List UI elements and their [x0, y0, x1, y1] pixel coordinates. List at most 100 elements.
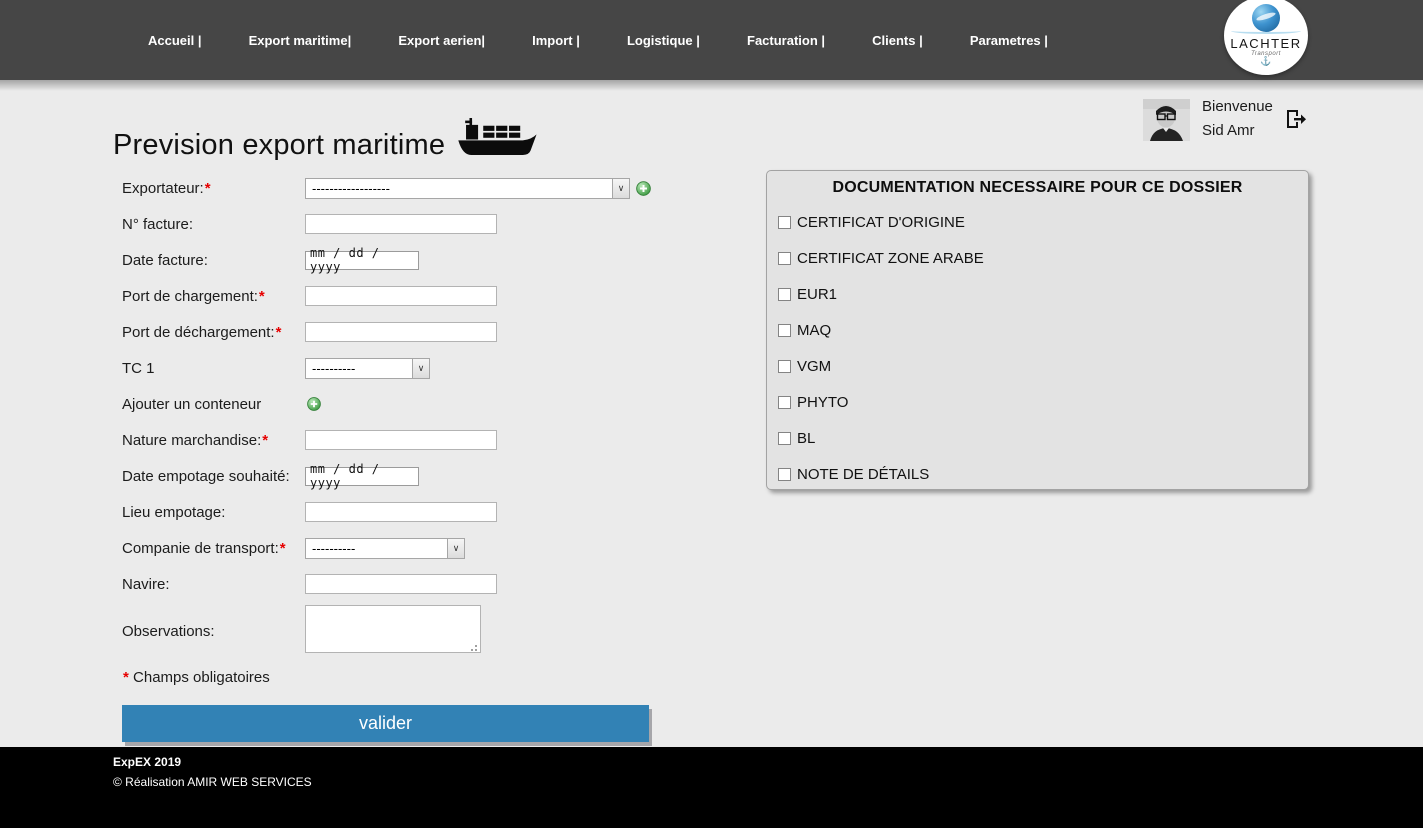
field-label: Companie de transport:*: [122, 540, 305, 557]
footer-app-version: ExpEX 2019: [113, 755, 181, 769]
required-asterisk: *: [276, 324, 282, 341]
checkbox[interactable]: [778, 288, 791, 301]
avatar: [1143, 99, 1190, 141]
chevron-down-icon: ∨: [612, 179, 629, 198]
doc-item-label: NOTE DE DÉTAILS: [797, 466, 929, 483]
required-asterisk: *: [205, 180, 211, 197]
date-empotage-input[interactable]: mm / dd / yyyy: [305, 467, 419, 486]
nav-item-accueil[interactable]: Accueil |: [148, 33, 202, 48]
doc-item-label: PHYTO: [797, 394, 848, 411]
required-asterisk: *: [259, 288, 265, 305]
doc-item-note-de-details[interactable]: NOTE DE DÉTAILS: [767, 456, 1308, 492]
add-container-button[interactable]: [307, 397, 321, 411]
brand-name: LACHTER: [1224, 36, 1308, 51]
field-label: Navire:: [122, 576, 305, 593]
form-row-num-facture: N° facture:: [122, 206, 667, 242]
globe-icon: [1252, 4, 1280, 32]
documentation-title: DOCUMENTATION NECESSAIRE POUR CE DOSSIER: [767, 179, 1308, 197]
field-label: TC 1: [122, 360, 305, 377]
doc-item-certificat-zone-arabe[interactable]: CERTIFICAT ZONE ARABE: [767, 240, 1308, 276]
nav-item-parametres[interactable]: Parametres |: [970, 33, 1048, 48]
navire-input[interactable]: [305, 574, 497, 594]
doc-item-label: EUR1: [797, 286, 837, 303]
observations-textarea[interactable]: [305, 605, 481, 653]
documentation-list: CERTIFICAT D'ORIGINE CERTIFICAT ZONE ARA…: [767, 204, 1308, 492]
nature-marchandise-input[interactable]: [305, 430, 497, 450]
doc-item-label: VGM: [797, 358, 831, 375]
form-row-date-facture: Date facture: mm / dd / yyyy: [122, 242, 667, 278]
chevron-down-icon: ∨: [447, 539, 464, 558]
doc-item-maq[interactable]: MAQ: [767, 312, 1308, 348]
doc-item-phyto[interactable]: PHYTO: [767, 384, 1308, 420]
checkbox[interactable]: [778, 360, 791, 373]
field-label: Date facture:: [122, 252, 305, 269]
form-row-lieu-empotage: Lieu empotage:: [122, 494, 667, 530]
user-name: Sid Amr: [1202, 122, 1255, 139]
doc-item-vgm[interactable]: VGM: [767, 348, 1308, 384]
doc-item-certificat-origine[interactable]: CERTIFICAT D'ORIGINE: [767, 204, 1308, 240]
field-label: Lieu empotage:: [122, 504, 305, 521]
nav-item-facturation[interactable]: Facturation |: [747, 33, 825, 48]
lieu-empotage-input[interactable]: [305, 502, 497, 522]
doc-item-label: CERTIFICAT D'ORIGINE: [797, 214, 965, 231]
checkbox[interactable]: [778, 432, 791, 445]
form-row-port-chargement: Port de chargement:*: [122, 278, 667, 314]
nav-item-export-aerien[interactable]: Export aerien|: [398, 33, 485, 48]
field-label: Observations:: [122, 623, 305, 640]
field-label: Nature marchandise:*: [122, 432, 305, 449]
form-row-ajouter-conteneur: Ajouter un conteneur: [122, 386, 667, 422]
required-fields-note: * Champs obligatoires: [122, 669, 270, 686]
field-label: Ajouter un conteneur: [122, 396, 305, 413]
form-row-date-empotage: Date empotage souhaité: mm / dd / yyyy: [122, 458, 667, 494]
field-label: Port de chargement:*: [122, 288, 305, 305]
required-asterisk: *: [262, 432, 268, 449]
companie-transport-select[interactable]: ---------- ∨: [305, 538, 465, 559]
ship-icon: [457, 118, 537, 161]
doc-item-label: BL: [797, 430, 815, 447]
checkbox[interactable]: [778, 324, 791, 337]
nav-item-logistique[interactable]: Logistique |: [627, 33, 700, 48]
field-label: Date empotage souhaité:: [122, 468, 305, 485]
chevron-down-icon: ∨: [412, 359, 429, 378]
checkbox[interactable]: [778, 252, 791, 265]
welcome-text: Bienvenue: [1202, 98, 1273, 115]
field-label: N° facture:: [122, 216, 305, 233]
doc-item-eur1[interactable]: EUR1: [767, 276, 1308, 312]
checkbox[interactable]: [778, 468, 791, 481]
exportateur-select[interactable]: ------------------ ∨: [305, 178, 630, 199]
checkbox[interactable]: [778, 396, 791, 409]
required-asterisk: *: [280, 540, 286, 557]
doc-item-label: CERTIFICAT ZONE ARABE: [797, 250, 984, 267]
form-row-companie-transport: Companie de transport:* ---------- ∨: [122, 530, 667, 566]
form-row-tc1: TC 1 ---------- ∨: [122, 350, 667, 386]
field-label: Port de déchargement:*: [122, 324, 305, 341]
prevision-form: Exportateur:* ------------------ ∨ N° fa…: [122, 170, 667, 660]
tc1-select[interactable]: ---------- ∨: [305, 358, 430, 379]
num-facture-input[interactable]: [305, 214, 497, 234]
form-row-nature-marchandise: Nature marchandise:*: [122, 422, 667, 458]
page-title: Prevision export maritime: [113, 129, 445, 162]
nav-item-clients[interactable]: Clients |: [872, 33, 923, 48]
app-screen: Accueil | Export maritime| Export aerien…: [0, 0, 1423, 828]
required-asterisk: *: [123, 669, 129, 686]
port-dechargement-input[interactable]: [305, 322, 497, 342]
documentation-panel: DOCUMENTATION NECESSAIRE POUR CE DOSSIER…: [766, 170, 1309, 490]
doc-item-label: MAQ: [797, 322, 831, 339]
checkbox[interactable]: [778, 216, 791, 229]
form-row-exportateur: Exportateur:* ------------------ ∨: [122, 170, 667, 206]
valider-button[interactable]: valider: [122, 705, 649, 742]
port-chargement-input[interactable]: [305, 286, 497, 306]
footer: ExpEX 2019 © Réalisation AMIR WEB SERVIC…: [0, 747, 1423, 828]
nav-item-export-maritime[interactable]: Export maritime|: [249, 33, 352, 48]
page-header: Prevision export maritime: [113, 118, 537, 162]
nav-item-import[interactable]: Import |: [532, 33, 580, 48]
doc-item-bl[interactable]: BL: [767, 420, 1308, 456]
form-row-navire: Navire:: [122, 566, 667, 602]
logout-icon[interactable]: [1283, 107, 1307, 131]
form-row-observations: Observations:: [122, 602, 667, 660]
field-label: Exportateur:*: [122, 180, 305, 197]
footer-credit: © Réalisation AMIR WEB SERVICES: [113, 775, 312, 789]
date-facture-input[interactable]: mm / dd / yyyy: [305, 251, 419, 270]
add-exportateur-button[interactable]: [636, 181, 651, 196]
nav-menu: Accueil | Export maritime| Export aerien…: [148, 0, 1048, 80]
